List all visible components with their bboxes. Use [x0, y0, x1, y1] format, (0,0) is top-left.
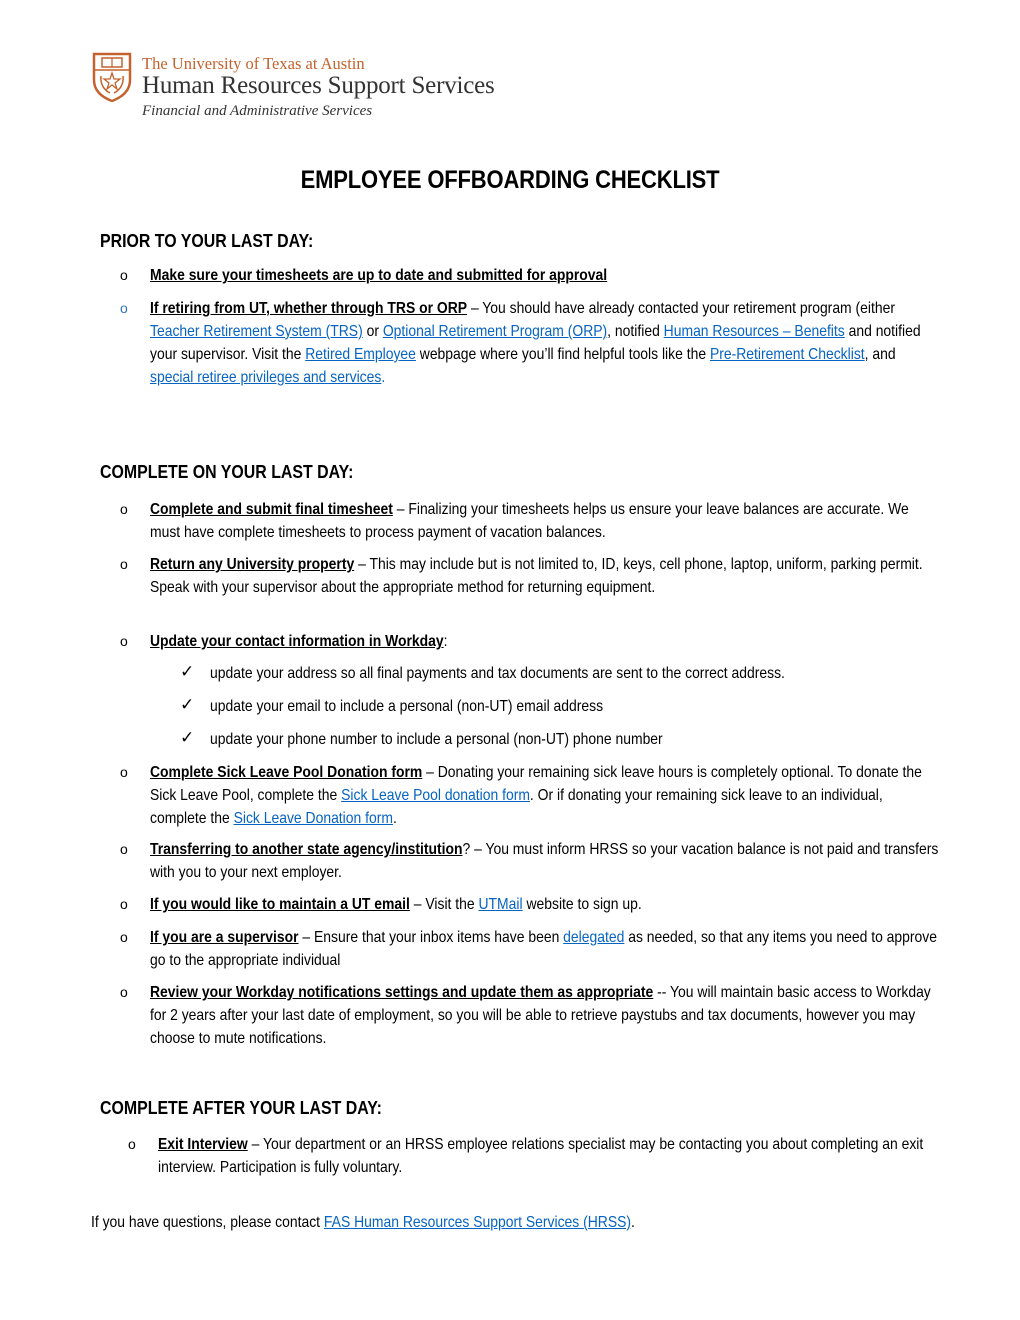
- bullet-icon: o: [120, 764, 128, 780]
- item-text: .: [392, 810, 397, 827]
- section-heading-after: COMPLETE AFTER YOUR LAST DAY:: [100, 1097, 382, 1118]
- link-utmail[interactable]: UTMail: [478, 896, 522, 913]
- link-retired-employee[interactable]: Retired Employee: [305, 346, 416, 363]
- item-text: .: [381, 369, 386, 386]
- bullet-icon: o: [120, 984, 128, 1000]
- checklist-item: o Make sure your timesheets are up to da…: [120, 264, 940, 287]
- item-text: webpage where you’ll find helpful tools …: [415, 346, 710, 363]
- item-lead: If you would like to maintain a UT email: [150, 896, 410, 913]
- bullet-icon: o: [120, 896, 128, 912]
- checklist-item: o Transferring to another state agency/i…: [120, 838, 940, 884]
- checklist-item: o Complete and submit final timesheet – …: [120, 498, 940, 544]
- checklist-item: o If you would like to maintain a UT ema…: [120, 893, 940, 916]
- sub-item-text: update your email to include a personal …: [210, 698, 604, 715]
- item-lead: Transferring to another state agency/ins…: [150, 841, 463, 858]
- bullet-icon: o: [120, 501, 128, 517]
- item-lead: Return any University property: [150, 556, 355, 573]
- page-title: EMPLOYEE OFFBOARDING CHECKLIST: [300, 166, 720, 194]
- section-heading-prior: PRIOR TO YOUR LAST DAY:: [100, 230, 314, 251]
- item-text: website to sign up.: [522, 896, 642, 913]
- bullet-icon: o: [120, 929, 128, 945]
- item-lead: Complete and submit final timesheet: [150, 501, 393, 518]
- logo-department-name: Human Resources Support Services: [142, 72, 495, 99]
- sub-item-text: update your address so all final payment…: [210, 665, 785, 682]
- checkmark-icon: ✓: [180, 695, 195, 714]
- item-text: , notified: [607, 323, 664, 340]
- item-lead: If you are a supervisor: [150, 929, 299, 946]
- footer-text: If you have questions, please contact: [91, 1214, 324, 1231]
- link-retiree-privileges[interactable]: special retiree privileges and services: [150, 369, 381, 386]
- item-text: , and: [864, 346, 896, 363]
- link-orp[interactable]: Optional Retirement Program (ORP): [383, 323, 607, 340]
- bullet-icon: o: [120, 556, 128, 572]
- sub-item: ✓ update your email to include a persona…: [180, 695, 662, 718]
- document-page: The University of Texas at Austin Human …: [0, 0, 1020, 1320]
- item-lead: Update your contact information in Workd…: [150, 633, 444, 650]
- item-lead: Exit Interview: [158, 1136, 248, 1153]
- bullet-icon: o: [128, 1136, 136, 1152]
- checklist-item: o If you are a supervisor – Ensure that …: [120, 926, 940, 972]
- sub-item-text: update your phone number to include a pe…: [210, 731, 663, 748]
- item-lead: Complete Sick Leave Pool Donation form: [150, 764, 423, 781]
- checklist-item: o If retiring from UT, whether through T…: [120, 297, 940, 389]
- item-text: – Ensure that your inbox items have been: [298, 929, 564, 946]
- bullet-icon: o: [120, 267, 128, 283]
- logo-university-name: The University of Texas at Austin: [142, 54, 365, 73]
- link-pre-retirement-checklist[interactable]: Pre-Retirement Checklist: [710, 346, 865, 363]
- checklist-item: o Return any University property – This …: [120, 553, 940, 599]
- link-hr-benefits[interactable]: Human Resources – Benefits: [664, 323, 845, 340]
- sub-item: ✓ update your address so all final payme…: [180, 662, 871, 685]
- item-text: – You should have already contacted your…: [467, 300, 895, 317]
- section-heading-last-day: COMPLETE ON YOUR LAST DAY:: [100, 461, 354, 482]
- link-sick-leave-donation-form[interactable]: Sick Leave Donation form: [234, 810, 393, 827]
- sub-item: ✓ update your phone number to include a …: [180, 728, 730, 751]
- checkmark-icon: ✓: [180, 728, 195, 747]
- item-text: – Your department or an HRSS employee re…: [158, 1136, 924, 1176]
- ut-hrss-logo: The University of Texas at Austin Human …: [92, 52, 582, 124]
- checklist-item: o Exit Interview – Your department or an…: [128, 1133, 948, 1179]
- ut-shield-icon: [92, 52, 132, 102]
- item-text: :: [443, 633, 448, 650]
- item-text: or: [362, 323, 383, 340]
- item-text: – Visit the: [409, 896, 479, 913]
- checklist-item: o Complete Sick Leave Pool Donation form…: [120, 761, 940, 830]
- footer-contact: If you have questions, please contact FA…: [91, 1214, 635, 1232]
- bullet-icon: o: [120, 841, 128, 857]
- checklist-item: o Review your Workday notifications sett…: [120, 981, 940, 1050]
- link-delegated[interactable]: delegated: [563, 929, 624, 946]
- checklist-item: o Update your contact information in Wor…: [120, 630, 940, 653]
- item-lead: Make sure your timesheets are up to date…: [150, 267, 608, 284]
- item-lead: If retiring from UT, whether through TRS…: [150, 300, 468, 317]
- item-lead: Review your Workday notifications settin…: [150, 984, 654, 1001]
- logo-division-name: Financial and Administrative Services: [142, 103, 373, 119]
- bullet-icon: o: [120, 633, 128, 649]
- footer-end: .: [631, 1214, 635, 1231]
- bullet-icon: o: [120, 300, 128, 316]
- link-hrss-contact[interactable]: FAS Human Resources Support Services (HR…: [324, 1214, 631, 1231]
- link-trs[interactable]: Teacher Retirement System (TRS): [150, 323, 363, 340]
- link-sick-leave-pool-form[interactable]: Sick Leave Pool donation form: [341, 787, 530, 804]
- checkmark-icon: ✓: [180, 662, 195, 681]
